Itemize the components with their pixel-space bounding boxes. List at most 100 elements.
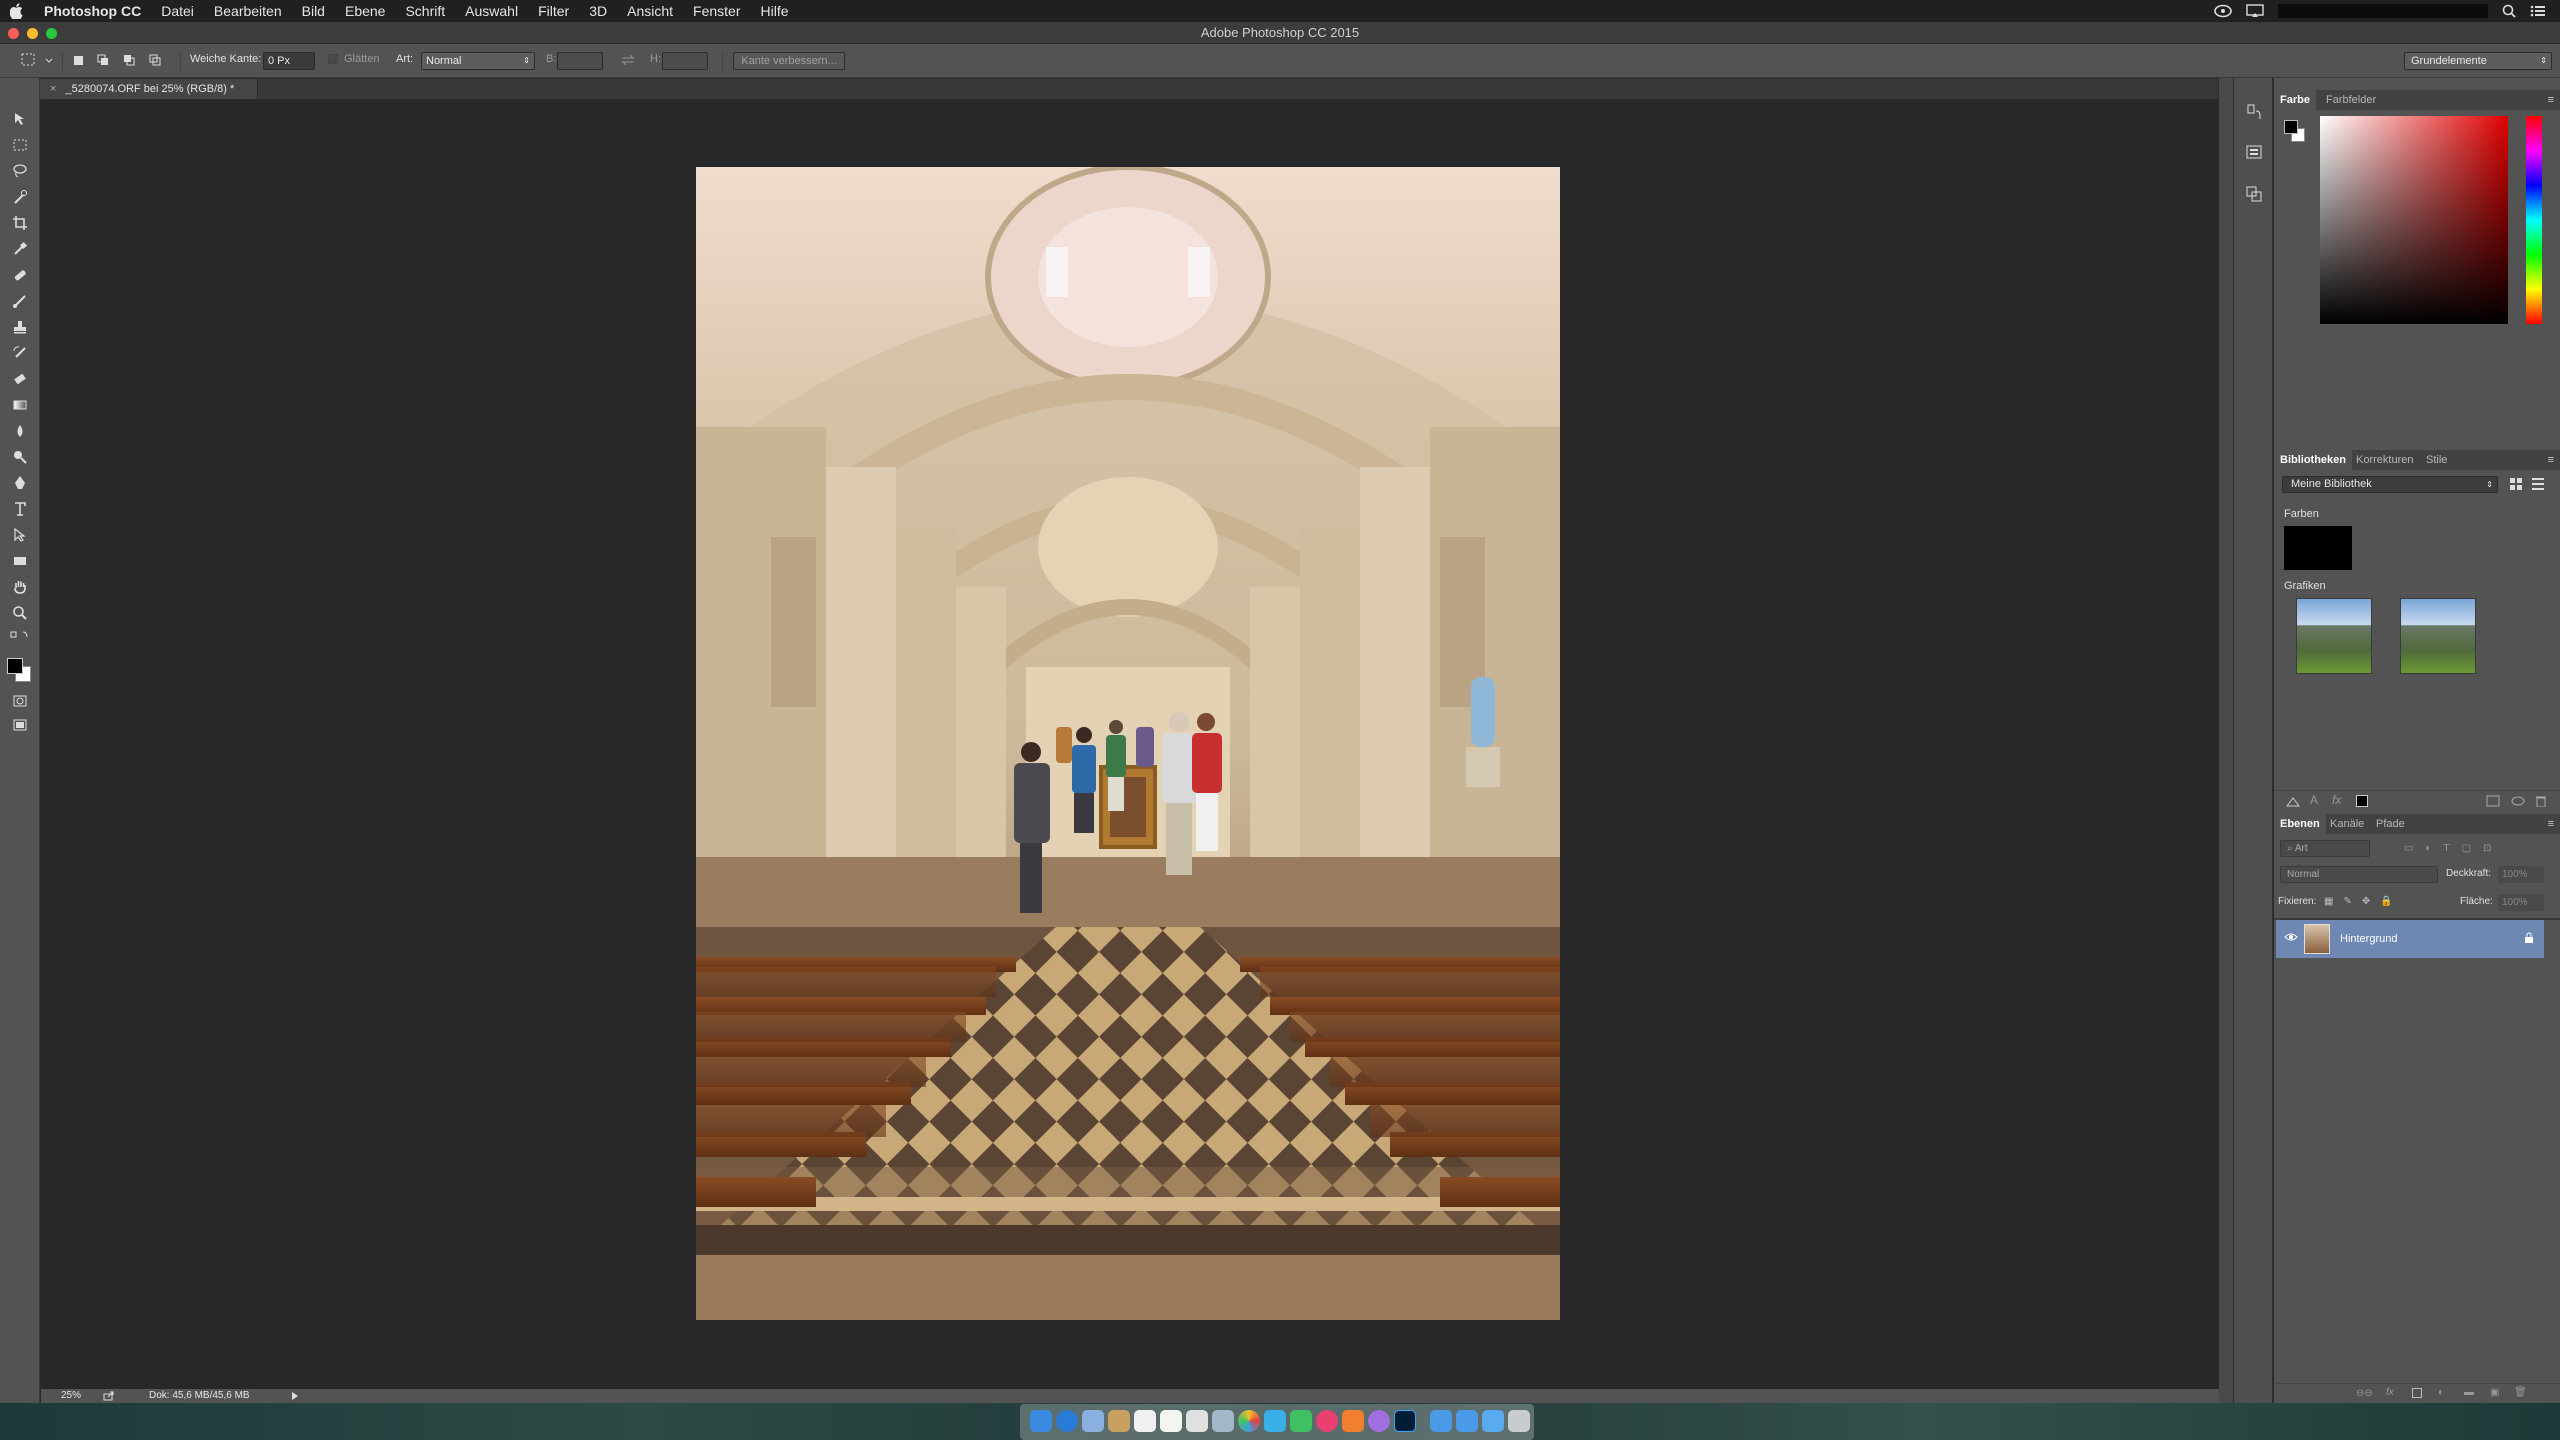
trash-dock-icon[interactable] bbox=[1508, 1410, 1530, 1432]
clone-stamp-tool-icon[interactable] bbox=[9, 316, 31, 338]
facetime-dock-icon[interactable] bbox=[1290, 1410, 1312, 1432]
quick-mask-icon[interactable] bbox=[9, 690, 31, 712]
refine-edge-button[interactable]: Kante verbessern... bbox=[733, 52, 845, 70]
library-color-swatch[interactable] bbox=[2284, 526, 2352, 570]
creative-cloud-icon[interactable] bbox=[2214, 4, 2232, 18]
reminders-dock-icon[interactable] bbox=[1186, 1410, 1208, 1432]
mail-dock-icon[interactable] bbox=[1082, 1410, 1104, 1432]
blend-mode-select[interactable]: Normal bbox=[2280, 866, 2438, 883]
finder-dock-icon[interactable] bbox=[1030, 1410, 1052, 1432]
tab-bibliotheken[interactable]: Bibliotheken bbox=[2274, 450, 2353, 470]
menu-ebene[interactable]: Ebene bbox=[335, 0, 395, 22]
history-panel-icon[interactable] bbox=[2244, 102, 2264, 122]
width-input[interactable] bbox=[557, 52, 603, 70]
move-tool-icon[interactable] bbox=[9, 108, 31, 130]
photoshop-dock-icon[interactable] bbox=[1394, 1410, 1416, 1432]
app-menu[interactable]: Photoshop CC bbox=[34, 0, 151, 22]
tab-stile[interactable]: Stile bbox=[2420, 450, 2453, 470]
eraser-tool-icon[interactable] bbox=[9, 368, 31, 390]
tab-korrekturen[interactable]: Korrekturen bbox=[2350, 450, 2419, 470]
zoom-tool-icon[interactable] bbox=[9, 602, 31, 624]
close-tab-icon[interactable]: × bbox=[50, 83, 56, 95]
documents-folder-dock-icon[interactable] bbox=[1482, 1410, 1504, 1432]
layer-style-icon[interactable]: fx bbox=[2386, 1387, 2394, 1398]
itunes-dock-icon[interactable] bbox=[1316, 1410, 1338, 1432]
add-library-element-icon[interactable] bbox=[2286, 795, 2300, 807]
document-image[interactable] bbox=[696, 167, 1560, 1320]
style-select[interactable]: Normal ⇕ bbox=[421, 52, 535, 70]
healing-brush-tool-icon[interactable] bbox=[9, 264, 31, 286]
menu-bearbeiten[interactable]: Bearbeiten bbox=[204, 0, 292, 22]
zoom-level[interactable]: 25% bbox=[61, 1389, 81, 1403]
maps-dock-icon[interactable] bbox=[1212, 1410, 1234, 1432]
contacts-dock-icon[interactable] bbox=[1108, 1410, 1130, 1432]
swap-colors-icon[interactable] bbox=[9, 628, 31, 642]
crop-tool-icon[interactable] bbox=[9, 212, 31, 234]
rectangle-tool-icon[interactable] bbox=[9, 550, 31, 572]
layer-filter-icons[interactable]: ▭◐T▢⊡ bbox=[2404, 843, 2503, 854]
opacity-input[interactable]: 100% bbox=[2498, 866, 2544, 883]
add-fill-color-icon[interactable] bbox=[2356, 795, 2368, 807]
ibooks-dock-icon[interactable] bbox=[1342, 1410, 1364, 1432]
tab-farbe[interactable]: Farbe bbox=[2274, 90, 2316, 110]
menu-hilfe[interactable]: Hilfe bbox=[751, 0, 799, 22]
delete-layer-icon[interactable]: 🗑 bbox=[2514, 1387, 2527, 1398]
photos-dock-icon[interactable] bbox=[1238, 1410, 1260, 1432]
app-store-dock-icon[interactable] bbox=[1368, 1410, 1390, 1432]
dodge-tool-icon[interactable] bbox=[9, 446, 31, 468]
add-mask-icon[interactable] bbox=[2412, 1388, 2422, 1398]
share-icon[interactable] bbox=[103, 1391, 115, 1401]
add-layer-style-icon[interactable]: fx bbox=[2332, 793, 2341, 807]
selection-mode-icons[interactable] bbox=[72, 53, 162, 69]
history-brush-tool-icon[interactable] bbox=[9, 342, 31, 364]
adjustments-panel-icon[interactable] bbox=[2244, 184, 2264, 204]
screen-mode-icon[interactable] bbox=[9, 714, 31, 736]
brush-tool-icon[interactable] bbox=[9, 290, 31, 312]
tab-ebenen[interactable]: Ebenen bbox=[2274, 814, 2326, 834]
grid-view-icon[interactable] bbox=[2510, 478, 2522, 490]
status-menu-arrow-icon[interactable] bbox=[291, 1392, 299, 1400]
height-input[interactable] bbox=[662, 52, 708, 70]
fill-input[interactable]: 100% bbox=[2498, 894, 2544, 911]
menu-datei[interactable]: Datei bbox=[151, 0, 204, 22]
blur-tool-icon[interactable] bbox=[9, 420, 31, 442]
menu-auswahl[interactable]: Auswahl bbox=[455, 0, 528, 22]
menu-schrift[interactable]: Schrift bbox=[395, 0, 455, 22]
notification-center-icon[interactable] bbox=[2530, 4, 2546, 18]
library-graphic-thumbnail[interactable] bbox=[2296, 598, 2372, 674]
marquee-tool-icon[interactable] bbox=[9, 134, 31, 156]
messages-dock-icon[interactable] bbox=[1264, 1410, 1286, 1432]
layer-row[interactable]: Hintergrund bbox=[2276, 920, 2544, 958]
workspace-select[interactable]: Grundelemente ⇕ bbox=[2404, 52, 2552, 70]
swap-dimensions-icon[interactable] bbox=[620, 53, 636, 67]
hand-tool-icon[interactable] bbox=[9, 576, 31, 598]
downloads-folder-dock-icon[interactable] bbox=[1456, 1410, 1478, 1432]
panel-menu-icon[interactable]: ≡ bbox=[2548, 450, 2554, 470]
menu-3d[interactable]: 3D bbox=[579, 0, 617, 22]
canvas-scrollbar[interactable] bbox=[2219, 78, 2233, 1403]
new-group-icon[interactable]: ▬ bbox=[2464, 1387, 2474, 1398]
cloud-icon[interactable] bbox=[2510, 795, 2526, 807]
close-window-button[interactable] bbox=[8, 28, 19, 39]
visibility-eye-icon[interactable] bbox=[2284, 932, 2298, 942]
pen-tool-icon[interactable] bbox=[9, 472, 31, 494]
add-character-style-icon[interactable]: A bbox=[2310, 793, 2318, 807]
panel-menu-icon[interactable]: ≡ bbox=[2548, 814, 2554, 834]
tab-kanaele[interactable]: Kanäle bbox=[2324, 814, 2370, 834]
list-view-icon[interactable] bbox=[2532, 478, 2544, 490]
sync-icon[interactable] bbox=[2486, 795, 2500, 807]
path-selection-tool-icon[interactable] bbox=[9, 524, 31, 546]
tab-farbfelder[interactable]: Farbfelder bbox=[2320, 90, 2382, 110]
lasso-tool-icon[interactable] bbox=[9, 160, 31, 182]
link-layers-icon[interactable]: ⊖⊖ bbox=[2356, 1388, 2373, 1399]
adjustment-layer-icon[interactable]: ◐ bbox=[2438, 1387, 2444, 1398]
safari-dock-icon[interactable] bbox=[1056, 1410, 1078, 1432]
new-layer-icon[interactable]: ▣ bbox=[2490, 1387, 2499, 1398]
tab-pfade[interactable]: Pfade bbox=[2370, 814, 2411, 834]
zoom-window-button[interactable] bbox=[46, 28, 57, 39]
library-graphic-thumbnail[interactable] bbox=[2400, 598, 2476, 674]
gradient-tool-icon[interactable] bbox=[9, 394, 31, 416]
spotlight-icon[interactable] bbox=[2502, 4, 2516, 18]
properties-panel-icon[interactable] bbox=[2244, 142, 2264, 162]
feather-input[interactable]: 0 Px bbox=[263, 52, 315, 70]
